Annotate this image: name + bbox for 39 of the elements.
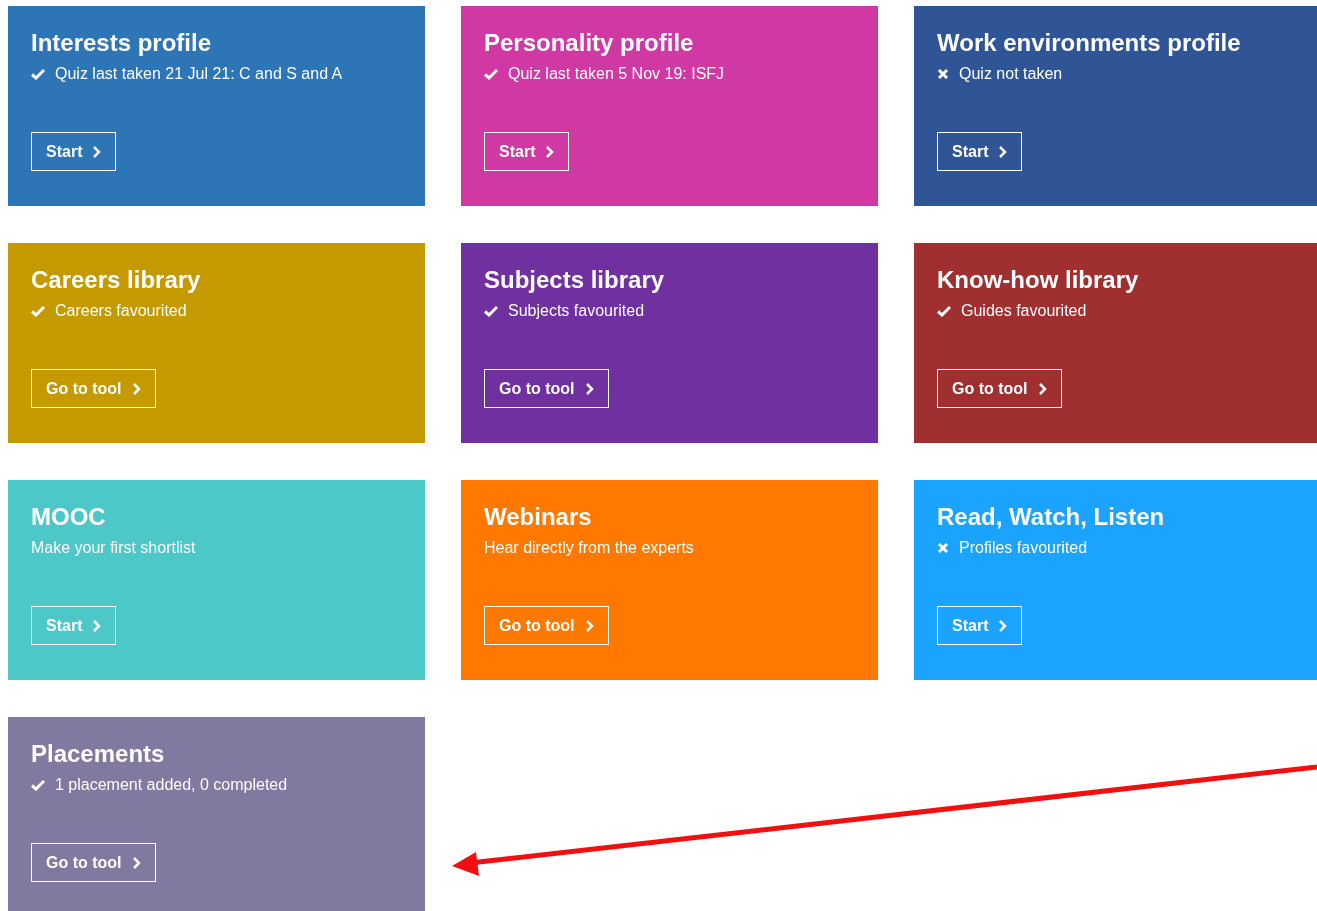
chevron-right-icon bbox=[131, 855, 141, 870]
card-title: Subjects library bbox=[484, 265, 666, 295]
chevron-right-icon bbox=[131, 381, 141, 396]
card-button[interactable]: Go to tool bbox=[31, 843, 156, 882]
card-button[interactable]: Start bbox=[484, 132, 570, 171]
card-title: Personality profile bbox=[484, 28, 695, 58]
card-status-text: Quiz not taken bbox=[959, 64, 1063, 84]
card-button[interactable]: Go to tool bbox=[31, 369, 156, 408]
card-button[interactable]: Start bbox=[937, 132, 1023, 171]
chevron-right-icon bbox=[584, 381, 594, 396]
chevron-right-icon bbox=[92, 144, 102, 159]
card-status-text: Profiles favourited bbox=[959, 538, 1088, 558]
card-button[interactable]: Start bbox=[31, 132, 117, 171]
card-status-text: Hear directly from the experts bbox=[484, 538, 694, 558]
card-title: Work environments profile bbox=[937, 28, 1242, 58]
chevron-right-icon bbox=[998, 618, 1008, 633]
card-button[interactable]: Start bbox=[937, 606, 1023, 645]
card-status-text: Subjects favourited bbox=[508, 301, 645, 321]
card-title: Careers library bbox=[31, 265, 202, 295]
chevron-right-icon bbox=[998, 144, 1008, 159]
card-status-text: Quiz last taken 5 Nov 19: ISFJ bbox=[508, 64, 725, 84]
card-status-text: 1 placement added, 0 completed bbox=[55, 775, 288, 795]
card-status-text: Careers favourited bbox=[55, 301, 187, 321]
card-title: Read, Watch, Listen bbox=[937, 502, 1166, 532]
card-status-text: Make your first shortlist bbox=[31, 538, 196, 558]
card-status-text: Guides favourited bbox=[961, 301, 1087, 321]
card-title: Know-how library bbox=[937, 265, 1140, 295]
card-button[interactable]: Go to tool bbox=[937, 369, 1062, 408]
chevron-right-icon bbox=[584, 618, 594, 633]
card-title: MOOC bbox=[31, 502, 107, 532]
card-button[interactable]: Go to tool bbox=[484, 606, 609, 645]
card-title: Placements bbox=[31, 739, 166, 769]
chevron-right-icon bbox=[545, 144, 555, 159]
card-title: Webinars bbox=[484, 502, 593, 532]
chevron-right-icon bbox=[92, 618, 102, 633]
card-status-text: Quiz last taken 21 Jul 21: C and S and A bbox=[55, 64, 343, 84]
card-title: Interests profile bbox=[31, 28, 213, 58]
card-button[interactable]: Go to tool bbox=[484, 369, 609, 408]
chevron-right-icon bbox=[1037, 381, 1047, 396]
